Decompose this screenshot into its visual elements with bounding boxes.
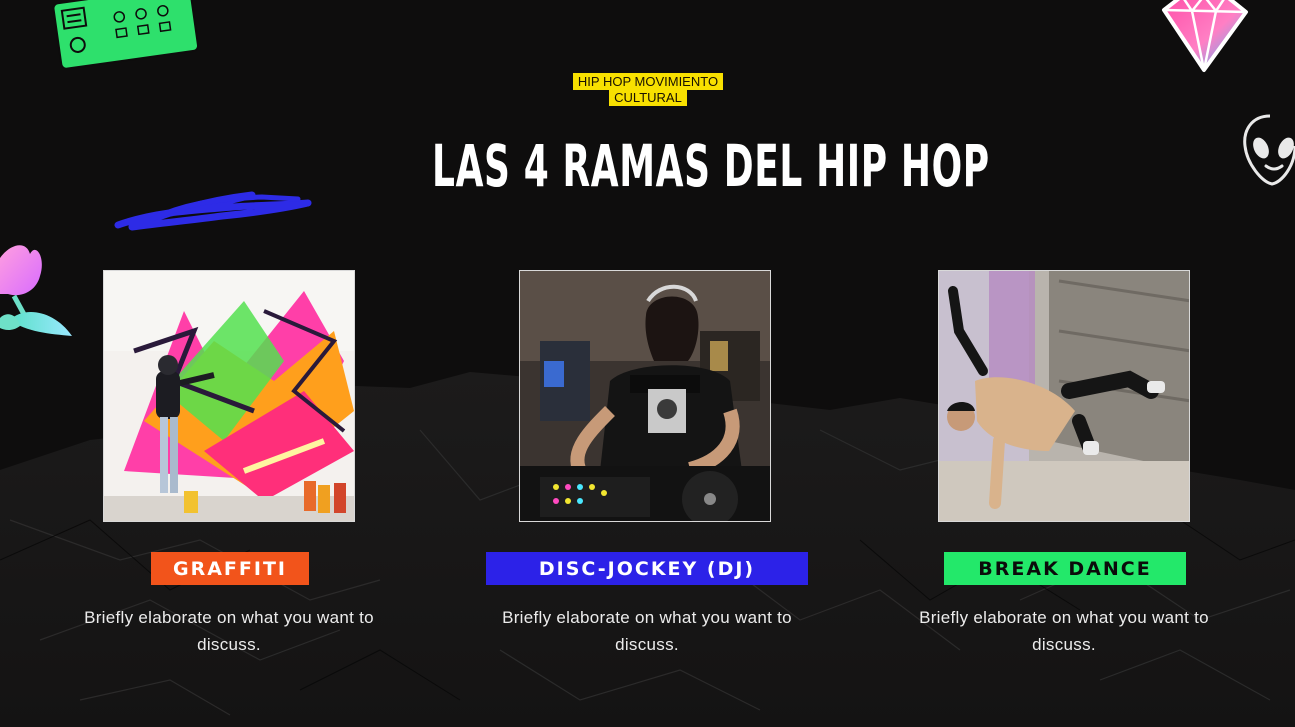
diamond-sticker [1162, 0, 1248, 72]
eyebrow-text: HIP HOP MOVIMIENTO CULTURAL [572, 73, 724, 106]
cassette-sticker [52, 0, 200, 70]
alien-sticker [1243, 114, 1295, 186]
tulip-sticker [0, 245, 72, 336]
desc-break-dance: Briefly elaborate on what you want to di… [919, 608, 1209, 654]
eyebrow-tag: HIP HOP MOVIMIENTO CULTURAL [563, 73, 733, 106]
dj-photo [519, 270, 771, 522]
label-dj: DISC-JOCKEY (DJ) [486, 552, 808, 585]
slide: HIP HOP MOVIMIENTO CULTURAL LAS 4 RAMAS … [0, 0, 1295, 727]
desc-dj: Briefly elaborate on what you want to di… [502, 608, 792, 654]
blue-scribble [114, 191, 312, 231]
page-title: LAS 4 RAMAS DEL HIP HOP [432, 132, 990, 200]
card-dj [519, 270, 771, 522]
graffiti-photo [103, 270, 355, 522]
label-graffiti: GRAFFITI [151, 552, 309, 585]
label-break-dance: BREAK DANCE [944, 552, 1186, 585]
card-break-dance [938, 270, 1190, 522]
desc-graffiti: Briefly elaborate on what you want to di… [84, 608, 374, 654]
break-dance-photo [938, 270, 1190, 522]
card-graffiti [103, 270, 355, 522]
